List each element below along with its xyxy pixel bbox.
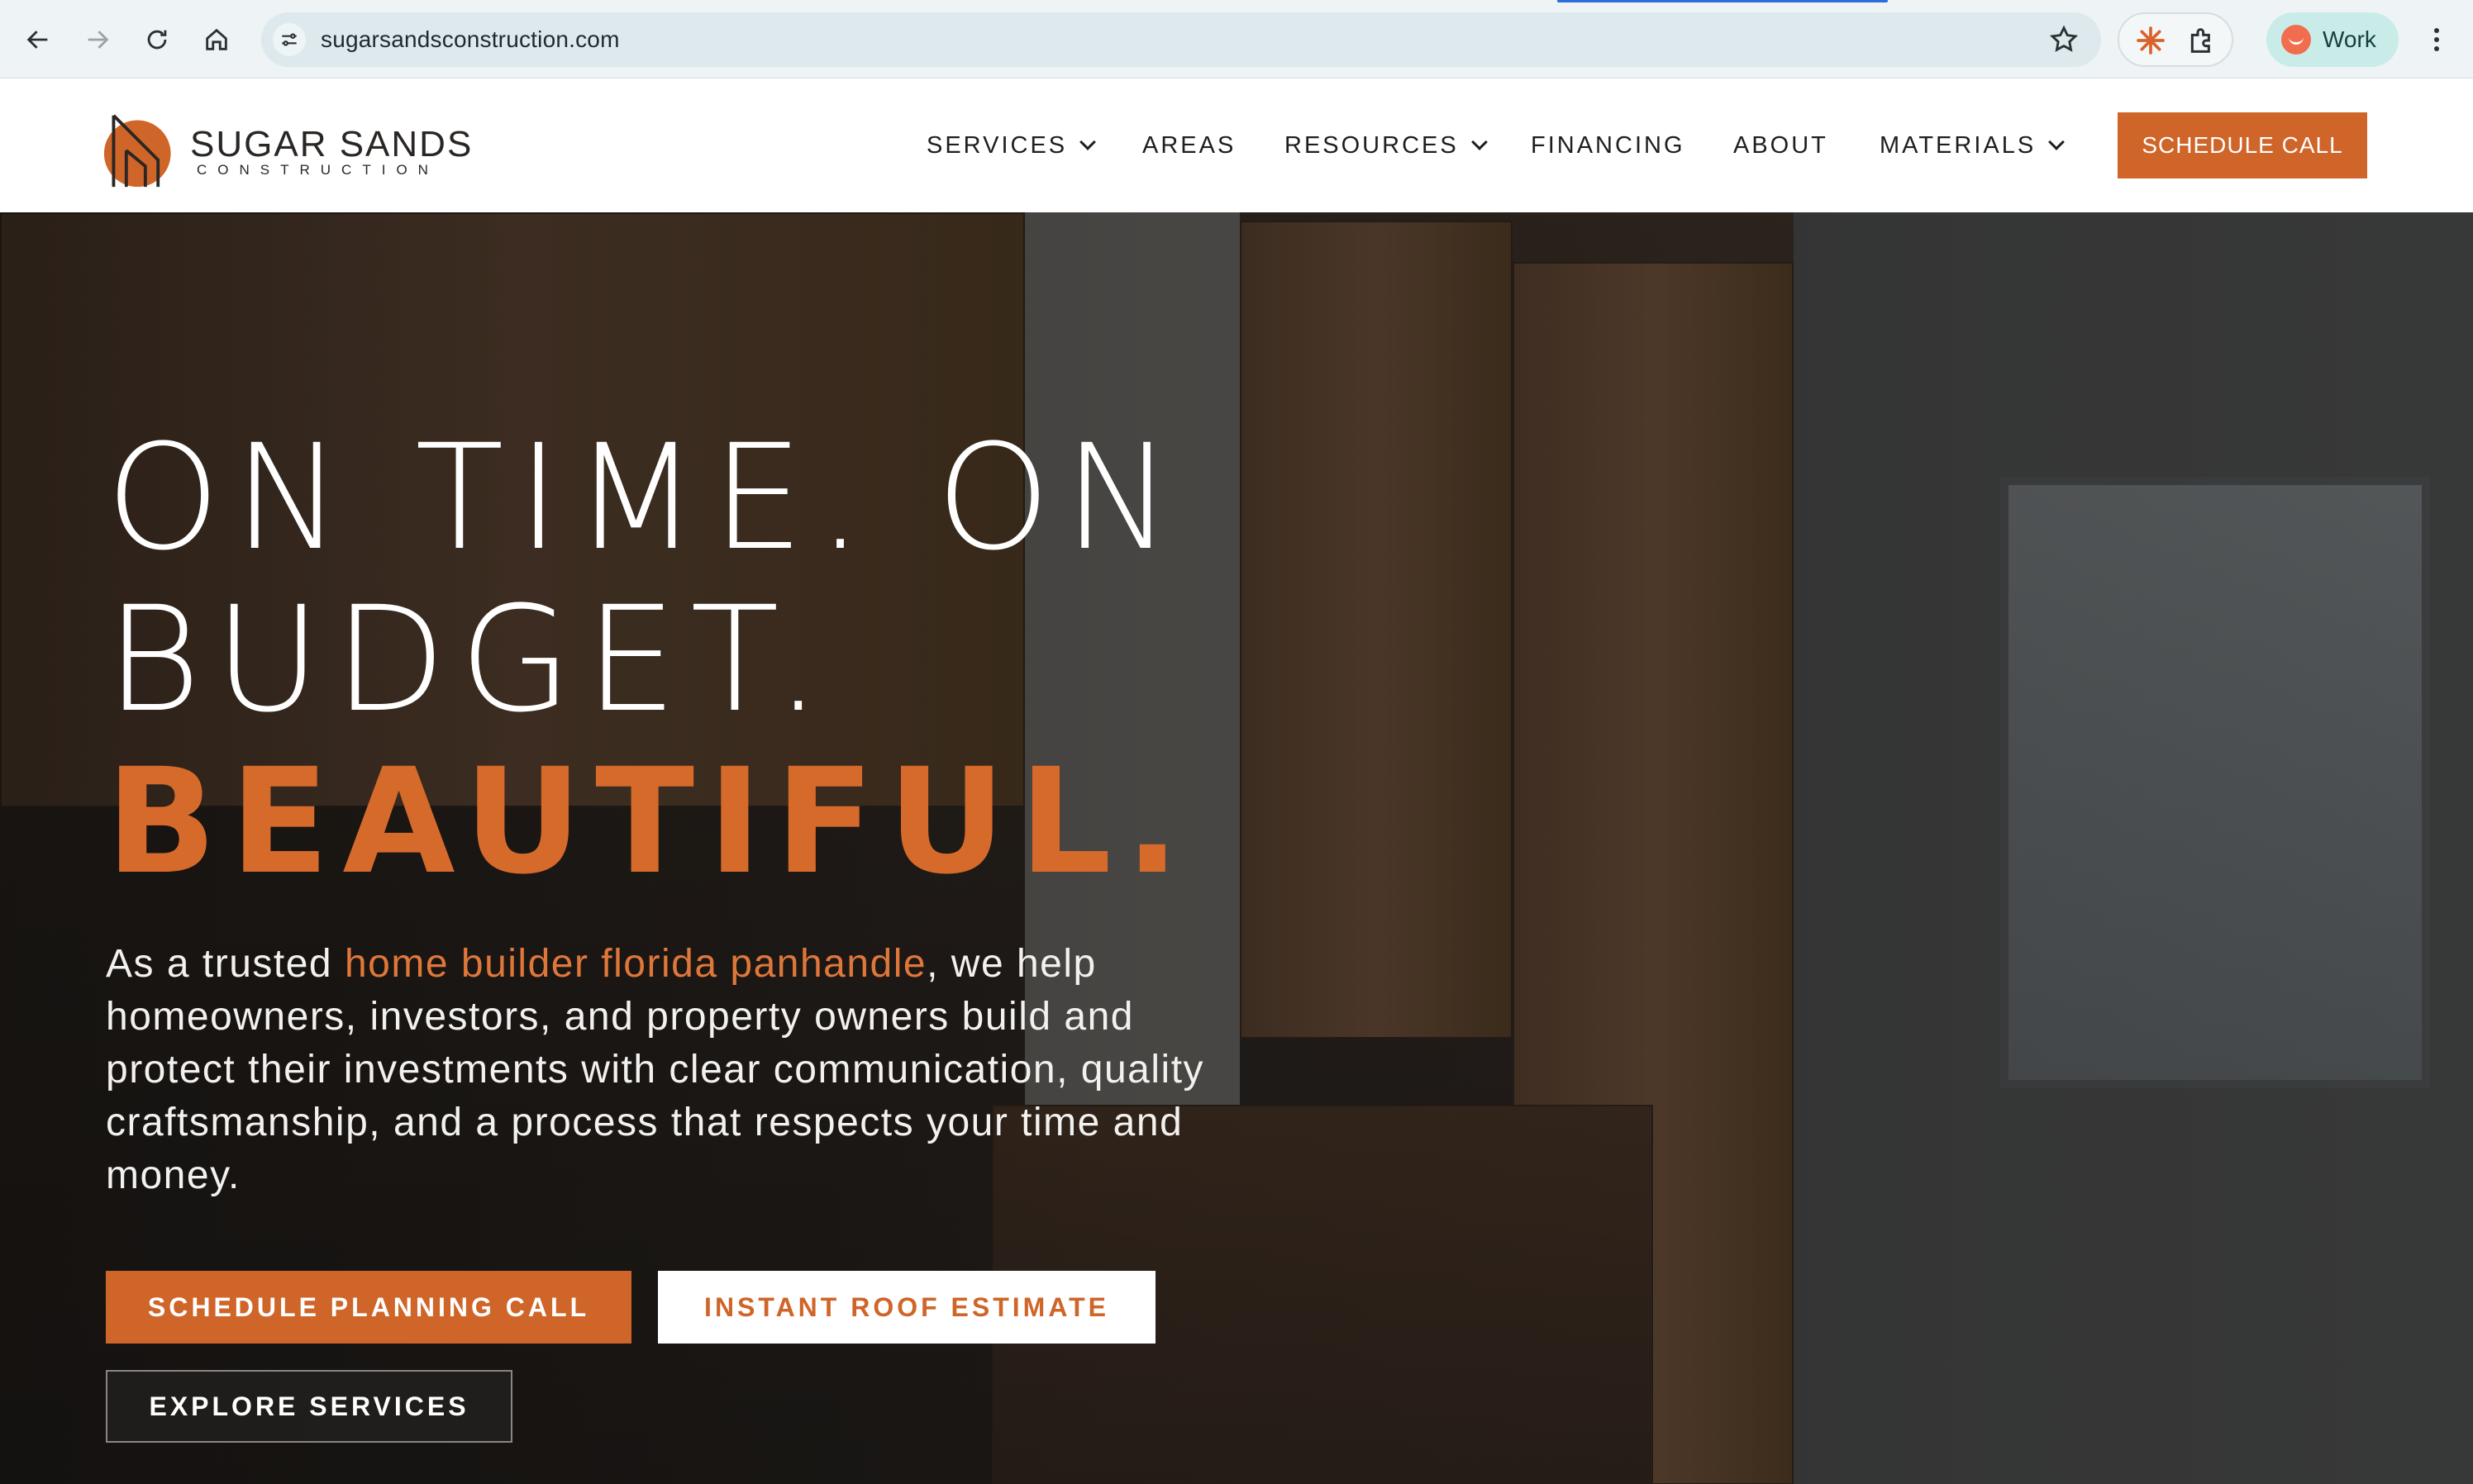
hero-headline: ON TIME. ON BUDGET. BEAUTIFUL. — [106, 417, 1194, 903]
chevron-down-icon — [1079, 134, 1097, 150]
reload-icon — [147, 30, 167, 50]
profile-label: Work — [2323, 26, 2376, 52]
chevron-down-icon — [2048, 134, 2066, 150]
home-button[interactable] — [197, 20, 236, 59]
schedule-planning-call-button[interactable]: SCHEDULE PLANNING CALL — [106, 1271, 631, 1344]
reload-button[interactable] — [137, 20, 177, 59]
nav-resources[interactable]: RESOURCES — [1284, 131, 1488, 160]
headline-line-2: BUDGET. — [106, 575, 835, 744]
nav-areas-label: AREAS — [1142, 131, 1236, 159]
home-icon — [206, 28, 227, 50]
browser-menu-icon[interactable] — [2428, 20, 2445, 59]
tab-loading-indicator — [1557, 0, 1888, 2]
extensions-area — [2118, 12, 2233, 67]
chevron-down-icon — [1470, 134, 1488, 150]
back-arrow-icon — [26, 31, 48, 49]
logo-wordmark: SUGAR SANDS — [190, 124, 474, 164]
lead-text-start: As a trusted — [106, 942, 345, 986]
headline-line-1: ON TIME. ON — [106, 413, 1186, 583]
nav-financing[interactable]: FINANCING — [1531, 131, 1685, 160]
extensions-puzzle-icon[interactable] — [2185, 24, 2218, 57]
tune-icon — [282, 33, 297, 46]
logo-house-icon — [103, 114, 171, 188]
back-button[interactable] — [18, 20, 58, 59]
bookmark-star-icon[interactable] — [2048, 24, 2080, 55]
nav-about[interactable]: ABOUT — [1733, 131, 1828, 160]
forward-button[interactable] — [78, 20, 117, 59]
nav-materials-label: MATERIALS — [1880, 131, 2037, 159]
nav-areas[interactable]: AREAS — [1142, 131, 1236, 160]
profile-avatar-icon — [2281, 25, 2311, 55]
instant-roof-estimate-button[interactable]: INSTANT ROOF ESTIMATE — [658, 1271, 1155, 1344]
claude-extension-icon[interactable] — [2134, 24, 2167, 57]
nav-resources-label: RESOURCES — [1284, 131, 1459, 159]
home-builder-link[interactable]: home builder florida panhandle — [345, 942, 927, 986]
schedule-call-button[interactable]: SCHEDULE CALL — [2118, 112, 2367, 178]
headline-line-3: BEAUTIFUL. — [106, 737, 1194, 906]
profile-button[interactable]: Work — [2266, 12, 2399, 67]
nav-services[interactable]: SERVICES — [927, 131, 1097, 160]
nav-about-label: ABOUT — [1733, 131, 1828, 159]
site-logo[interactable]: SUGAR SANDS CONSTRUCTION — [102, 106, 471, 188]
explore-services-button[interactable]: EXPLORE SERVICES — [106, 1370, 512, 1443]
nav-financing-label: FINANCING — [1531, 131, 1685, 159]
logo-subtitle: CONSTRUCTION — [197, 162, 439, 178]
forward-arrow-icon — [88, 31, 109, 49]
address-bar[interactable]: sugarsandsconstruction.com — [261, 12, 2101, 67]
site-info-button[interactable] — [273, 23, 306, 56]
nav-materials[interactable]: MATERIALS — [1880, 131, 2066, 160]
browser-toolbar: sugarsandsconstruction.com Work — [0, 0, 2473, 78]
hero-description: As a trusted home builder florida panhan… — [106, 938, 1263, 1202]
nav-services-label: SERVICES — [927, 131, 1068, 159]
url-text[interactable]: sugarsandsconstruction.com — [321, 26, 620, 53]
